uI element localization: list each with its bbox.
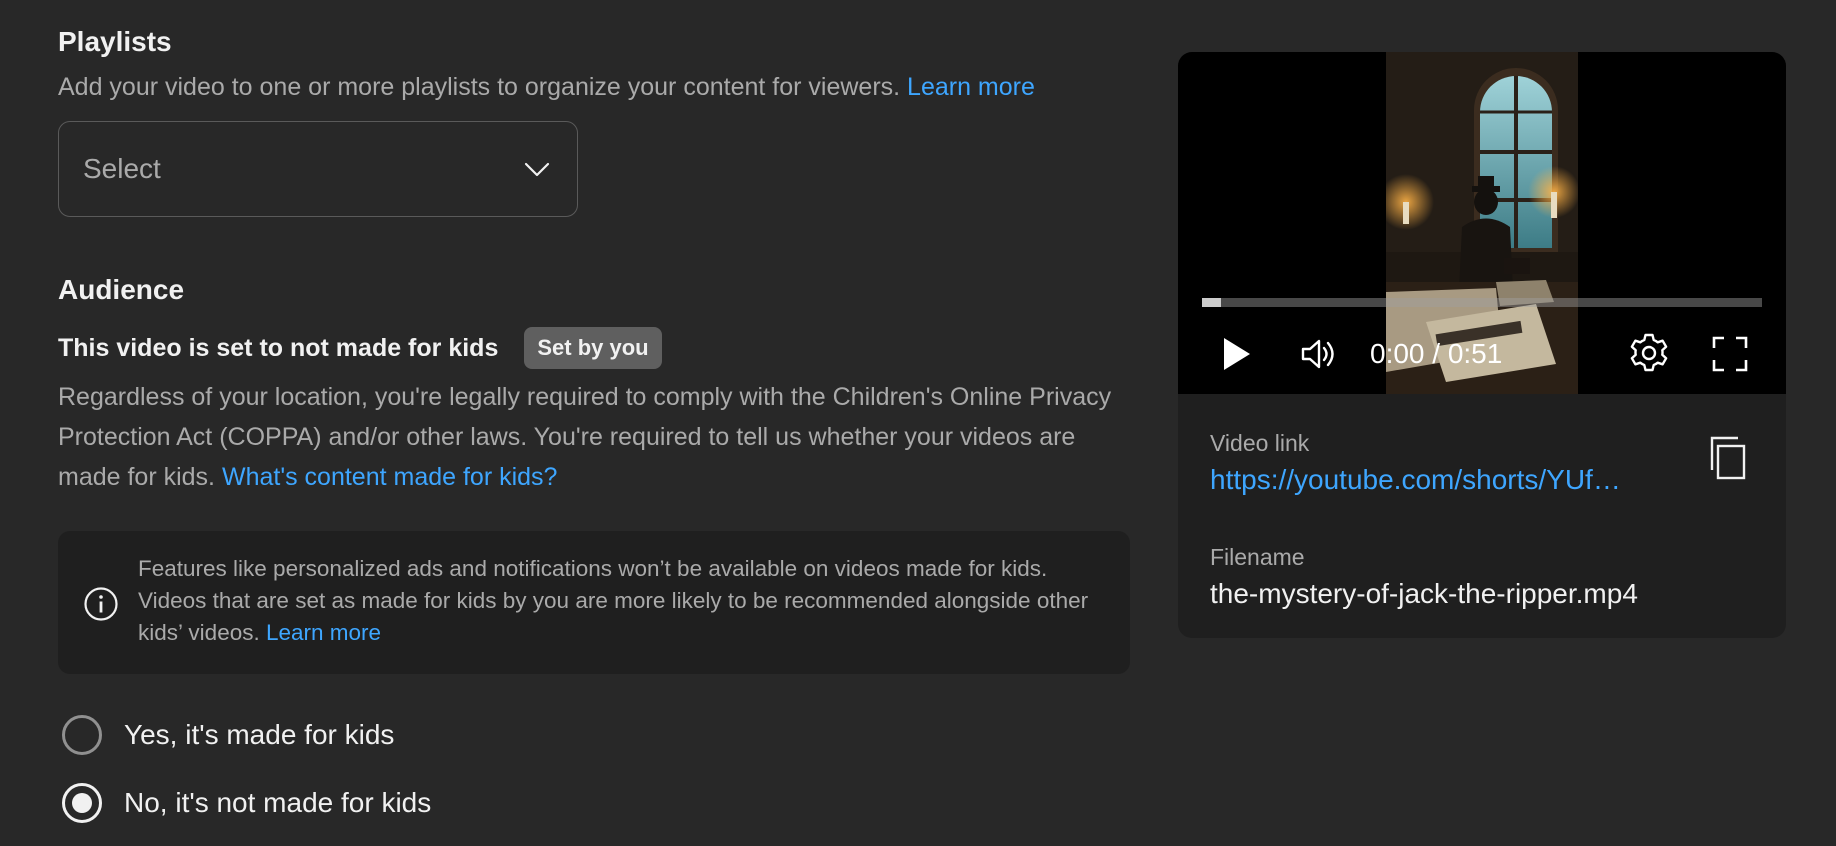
- playlists-description-text: Add your video to one or more playlists …: [58, 73, 901, 101]
- radio-button-checked[interactable]: [62, 783, 102, 823]
- filename-value: the-mystery-of-jack-the-ripper.mp4: [1210, 578, 1638, 609]
- chevron-down-icon: [524, 162, 550, 177]
- radio-made-for-kids-no[interactable]: No, it's not made for kids: [62, 783, 431, 823]
- playlists-learn-more-link[interactable]: Learn more: [907, 73, 1035, 101]
- set-by-you-badge: Set by you: [524, 327, 662, 369]
- filename-label: Filename: [1210, 544, 1305, 570]
- video-preview-panel: 0:00 / 0:51 Video link https://youtube.c…: [1178, 52, 1786, 638]
- video-link-label: Video link: [1210, 430, 1310, 456]
- play-icon[interactable]: [1218, 334, 1254, 374]
- content-made-for-kids-link[interactable]: What's content made for kids?: [222, 463, 558, 491]
- video-progress-bar[interactable]: [1202, 298, 1762, 307]
- playlist-select-placeholder: Select: [83, 153, 161, 184]
- volume-icon[interactable]: [1298, 334, 1338, 374]
- made-for-kids-info-box: Features like personalized ads and notif…: [58, 531, 1130, 674]
- progress-fill: [1202, 298, 1222, 307]
- playlists-title: Playlists: [58, 26, 172, 57]
- info-icon: [84, 587, 118, 621]
- video-link-url[interactable]: https://youtube.com/shorts/YUf…: [1210, 464, 1660, 496]
- coppa-description: Regardless of your location, you're lega…: [58, 377, 1118, 497]
- playlist-select-dropdown[interactable]: Select: [58, 121, 578, 217]
- radio-button-unchecked[interactable]: [62, 715, 102, 755]
- coppa-text: Regardless of your location, you're lega…: [58, 383, 1112, 491]
- audience-title: Audience: [58, 274, 185, 305]
- fullscreen-icon[interactable]: [1712, 336, 1748, 372]
- info-text: Features like personalized ads and notif…: [138, 553, 1098, 649]
- video-player[interactable]: 0:00 / 0:51: [1178, 52, 1786, 394]
- radio-label-yes: Yes, it's made for kids: [124, 719, 395, 750]
- kids-status-row: This video is set to not made for kids S…: [58, 327, 662, 369]
- info-learn-more-link[interactable]: Learn more: [266, 620, 381, 645]
- copy-icon[interactable]: [1708, 436, 1748, 480]
- video-time-display: 0:00 / 0:51: [1370, 338, 1503, 369]
- video-details-page: Playlists Add your video to one or more …: [0, 0, 1836, 846]
- radio-label-no: No, it's not made for kids: [124, 787, 432, 818]
- radio-made-for-kids-yes[interactable]: Yes, it's made for kids: [62, 715, 394, 755]
- settings-gear-icon[interactable]: [1628, 332, 1670, 374]
- kids-status-text: This video is set to not made for kids: [58, 333, 499, 362]
- playlists-description: Add your video to one or more playlists …: [58, 72, 1035, 102]
